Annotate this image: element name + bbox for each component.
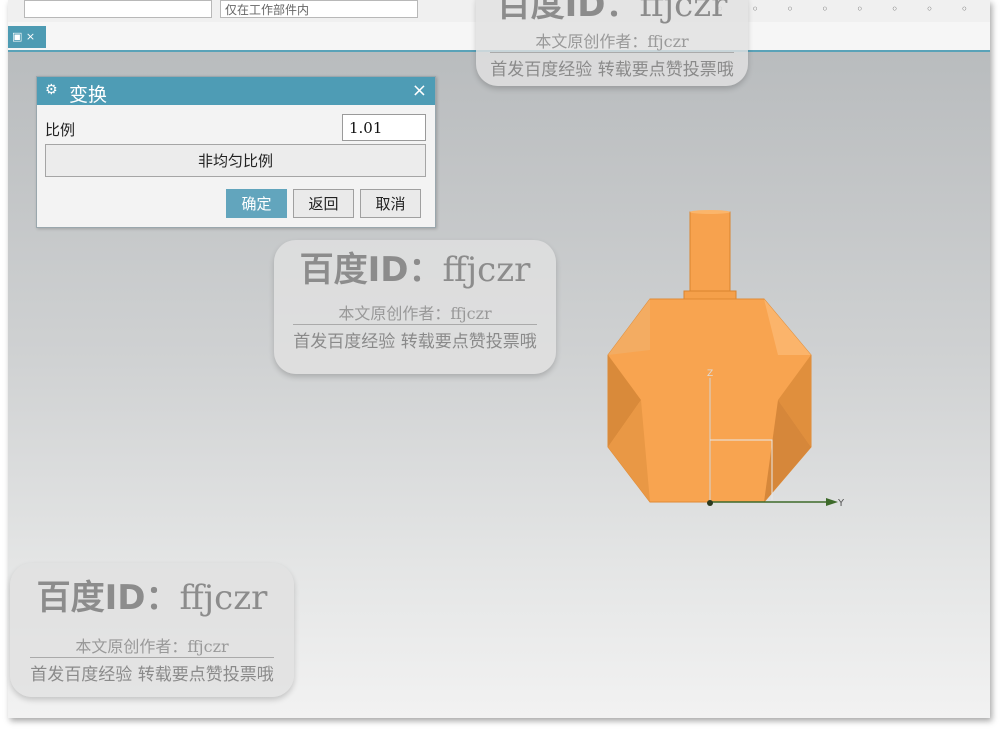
y-axis-arrow [826, 498, 838, 506]
scale-input[interactable] [342, 114, 426, 141]
bottle-neck [689, 211, 731, 295]
watermark-user: ffjczr [639, 0, 728, 25]
origin-point [707, 500, 713, 506]
scale-label: 比例 [45, 121, 76, 139]
watermark-promo: 首发百度经验 转载要点赞投票哦 [293, 324, 537, 352]
ok-button[interactable]: 确定 [226, 189, 287, 218]
close-icon[interactable]: × [412, 80, 427, 101]
watermark-brand: 百度ID： [496, 0, 640, 25]
transform-dialog: ⚙ 变换 × 比例 非均匀比例 确定 返回 取消 [36, 76, 436, 228]
dialog-title: 变换 [69, 84, 108, 106]
gear-icon: ⚙ [45, 82, 58, 98]
y-axis-label: Y [837, 498, 845, 509]
watermark-brand: 百度ID： [299, 250, 443, 290]
bottle-neck-top [690, 210, 730, 214]
cancel-button[interactable]: 取消 [360, 189, 421, 218]
watermark-top: 百度ID：ffjczr 本文原创作者：ffjczr 首发百度经验 转载要点赞投票… [476, 0, 748, 86]
watermark-promo: 首发百度经验 转载要点赞投票哦 [30, 657, 274, 685]
watermark-user: ffjczr [442, 250, 531, 290]
watermark-brand: 百度ID： [36, 578, 180, 618]
z-axis-label: Z [707, 369, 713, 379]
watermark-user: ffjczr [179, 578, 268, 618]
dialog-title-bar[interactable]: ⚙ 变换 × [37, 77, 435, 106]
watermark-author: 本文原创作者：ffjczr [75, 637, 229, 656]
watermark-author: 本文原创作者：ffjczr [535, 32, 689, 51]
watermark-middle: 百度ID：ffjczr 本文原创作者：ffjczr 首发百度经验 转载要点赞投票… [274, 240, 556, 374]
back-button[interactable]: 返回 [293, 189, 354, 218]
watermark-author: 本文原创作者：ffjczr [338, 304, 492, 323]
watermark-promo: 首发百度经验 转载要点赞投票哦 [490, 52, 734, 80]
watermark-bottom: 百度ID：ffjczr 本文原创作者：ffjczr 首发百度经验 转载要点赞投票… [10, 563, 294, 697]
nonuniform-scale-button[interactable]: 非均匀比例 [45, 144, 426, 177]
bottle-collar [683, 290, 737, 300]
